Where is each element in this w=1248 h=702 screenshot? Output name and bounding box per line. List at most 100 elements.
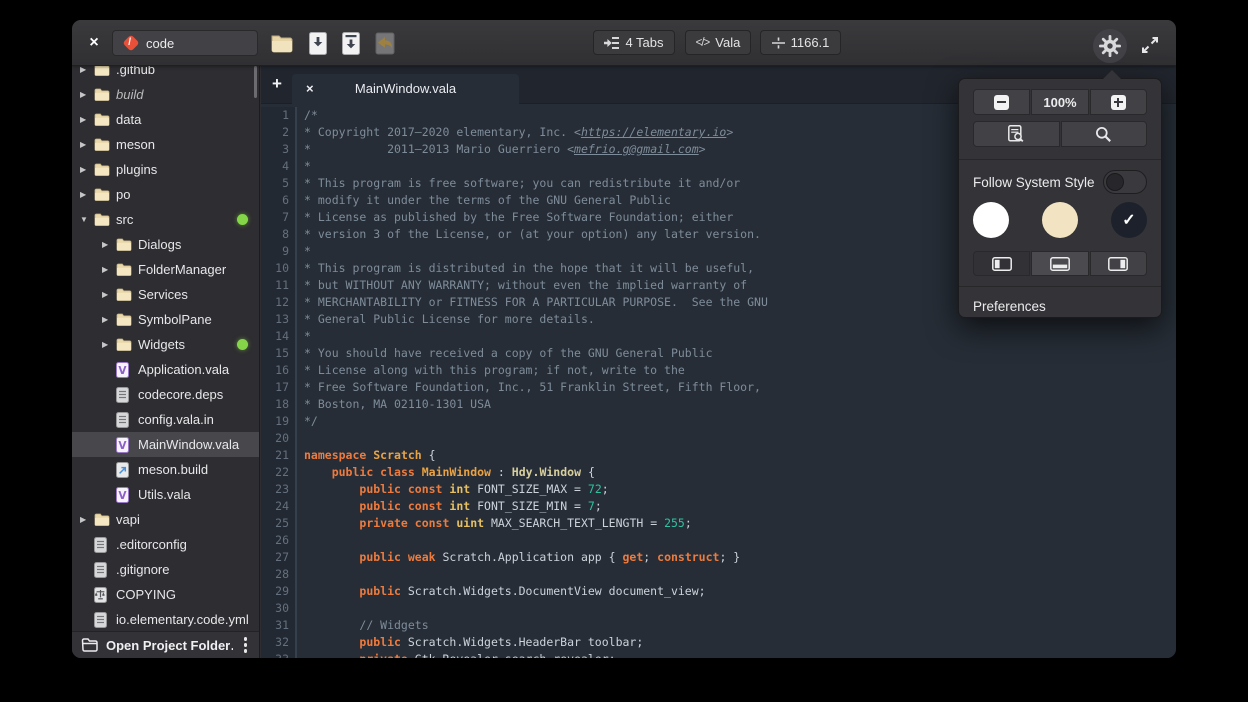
code-line[interactable]: 26	[261, 532, 1176, 549]
folder-icon	[94, 513, 116, 526]
show-terminal-button[interactable]	[1031, 251, 1088, 276]
folder-icon	[94, 163, 116, 176]
code-line-text: * You should have received a copy of the…	[304, 345, 713, 362]
tree-item[interactable]: ▶build	[72, 82, 259, 107]
code-line[interactable]: 17* Free Software Foundation, Inc., 51 F…	[261, 379, 1176, 396]
tree-item[interactable]: ▶plugins	[72, 157, 259, 182]
code-line[interactable]: 15* You should have received a copy of t…	[261, 345, 1176, 362]
project-chooser-button[interactable]: code	[112, 30, 258, 56]
search-button[interactable]	[1061, 121, 1148, 147]
undo-button[interactable]	[375, 32, 395, 55]
line-number: 31	[261, 617, 297, 634]
tree-item-label: SymbolPane	[138, 312, 212, 327]
code-line[interactable]: 30	[261, 600, 1176, 617]
goto-line-icon	[772, 37, 785, 49]
code-line-text: public weak Scratch.Application app { ge…	[304, 549, 740, 566]
expander-closed-icon[interactable]: ▶	[78, 140, 94, 149]
line-number: 12	[261, 294, 297, 311]
code-line[interactable]: 20	[261, 430, 1176, 447]
zoom-out-button[interactable]	[973, 89, 1030, 115]
find-in-document-button[interactable]	[973, 121, 1060, 147]
tree-item[interactable]: ▶FolderManager	[72, 257, 259, 282]
tree-item[interactable]: .editorconfig	[72, 532, 259, 557]
code-line[interactable]: 33 private Gtk.Revealer search_revealer;	[261, 651, 1176, 658]
dark-style-button[interactable]: ✓	[1111, 202, 1147, 238]
goto-line-button[interactable]: 1166.1	[760, 30, 841, 55]
tree-item[interactable]: VUtils.vala	[72, 482, 259, 507]
code-line[interactable]: 18* Boston, MA 02110-1301 USA	[261, 396, 1176, 413]
code-line[interactable]: 27 public weak Scratch.Application app {…	[261, 549, 1176, 566]
show-sidebar-button[interactable]	[973, 251, 1030, 276]
expander-closed-icon[interactable]: ▶	[78, 115, 94, 124]
window-close-button[interactable]: ×	[84, 33, 104, 53]
tree-item[interactable]: ▶ SymbolPane	[72, 307, 259, 332]
tree-item[interactable]: ▶Widgets	[72, 332, 259, 357]
sepia-style-button[interactable]	[1042, 202, 1078, 238]
open-project-folder-button[interactable]: Open Project Folder…	[106, 638, 233, 653]
tree-item-label: data	[116, 112, 141, 127]
tree-item[interactable]: ▶.github	[72, 66, 259, 82]
code-line[interactable]: 31 // Widgets	[261, 617, 1176, 634]
sidebar-scrollbar[interactable]	[254, 66, 257, 98]
tree-item-label: io.elementary.code.yml	[116, 612, 249, 627]
tree-item[interactable]: io.elementary.code.yml	[72, 607, 259, 631]
code-line[interactable]: 16* License along with this program; if …	[261, 362, 1176, 379]
code-line[interactable]: 24 public const int FONT_SIZE_MIN = 7;	[261, 498, 1176, 515]
tabs-overview-button[interactable]: 4 Tabs	[593, 30, 675, 55]
tree-item[interactable]: ▼src	[72, 207, 259, 232]
code-line-text: * modify it under the terms of the GNU G…	[304, 192, 671, 209]
tree-item[interactable]: codecore.deps	[72, 382, 259, 407]
tab-mainwindow[interactable]: × MainWindow.vala	[292, 74, 519, 104]
expander-open-icon[interactable]: ▼	[78, 215, 94, 224]
tree-item[interactable]: VApplication.vala	[72, 357, 259, 382]
tree-item[interactable]: meson.build	[72, 457, 259, 482]
code-line[interactable]: 28	[261, 566, 1176, 583]
expander-closed-icon[interactable]: ▶	[78, 165, 94, 174]
tree-item[interactable]: ▶Services	[72, 282, 259, 307]
code-line[interactable]: 23 public const int FONT_SIZE_MAX = 72;	[261, 481, 1176, 498]
code-line[interactable]: 14*	[261, 328, 1176, 345]
sidebar-menu-button[interactable]	[241, 634, 251, 656]
tree-item[interactable]: .gitignore	[72, 557, 259, 582]
tree-item[interactable]: VMainWindow.vala	[72, 432, 259, 457]
fullscreen-button[interactable]	[1140, 35, 1160, 55]
settings-menu-button[interactable]	[1093, 29, 1127, 63]
tree-item[interactable]: ▶po	[72, 182, 259, 207]
tree-item[interactable]: COPYING	[72, 582, 259, 607]
tree-item[interactable]: ▶vapi	[72, 507, 259, 532]
line-number: 22	[261, 464, 297, 481]
code-line[interactable]: 29 public Scratch.Widgets.DocumentView d…	[261, 583, 1176, 600]
expander-closed-icon[interactable]: ▶	[100, 315, 116, 324]
expander-closed-icon[interactable]: ▶	[100, 340, 116, 349]
tree-item[interactable]: ▶Dialogs	[72, 232, 259, 257]
expander-closed-icon[interactable]: ▶	[100, 240, 116, 249]
zoom-level: 100%	[1031, 89, 1088, 115]
tree-item[interactable]: config.vala.in	[72, 407, 259, 432]
expander-closed-icon[interactable]: ▶	[78, 515, 94, 524]
follow-system-style-toggle[interactable]	[1103, 170, 1147, 194]
save-as-button[interactable]	[342, 32, 360, 55]
code-line[interactable]: 22 public class MainWindow : Hdy.Window …	[261, 464, 1176, 481]
open-folder-button[interactable]	[270, 33, 294, 54]
project-sidebar: ▶.github▶build▶data▶meson▶plugins▶po▼src…	[72, 66, 260, 658]
new-tab-button[interactable]: +	[272, 74, 282, 94]
show-outline-button[interactable]	[1090, 251, 1147, 276]
code-line[interactable]: 19*/	[261, 413, 1176, 430]
save-button[interactable]	[309, 32, 327, 55]
tree-item[interactable]: ▶ data	[72, 107, 259, 132]
code-line[interactable]: 32 public Scratch.Widgets.HeaderBar tool…	[261, 634, 1176, 651]
expander-closed-icon[interactable]: ▶	[78, 90, 94, 99]
code-line[interactable]: 21namespace Scratch {	[261, 447, 1176, 464]
expander-closed-icon[interactable]: ▶	[100, 290, 116, 299]
expander-closed-icon[interactable]: ▶	[78, 190, 94, 199]
expander-closed-icon[interactable]: ▶	[100, 265, 116, 274]
language-button[interactable]: </> Vala	[685, 30, 751, 55]
light-style-button[interactable]	[973, 202, 1009, 238]
line-number: 14	[261, 328, 297, 345]
folder-icon	[116, 338, 138, 351]
code-line[interactable]: 25 private const uint MAX_SEARCH_TEXT_LE…	[261, 515, 1176, 532]
zoom-in-button[interactable]	[1090, 89, 1147, 115]
expander-closed-icon[interactable]: ▶	[78, 66, 94, 74]
preferences-item[interactable]: Preferences	[959, 293, 1161, 319]
tree-item[interactable]: ▶meson	[72, 132, 259, 157]
